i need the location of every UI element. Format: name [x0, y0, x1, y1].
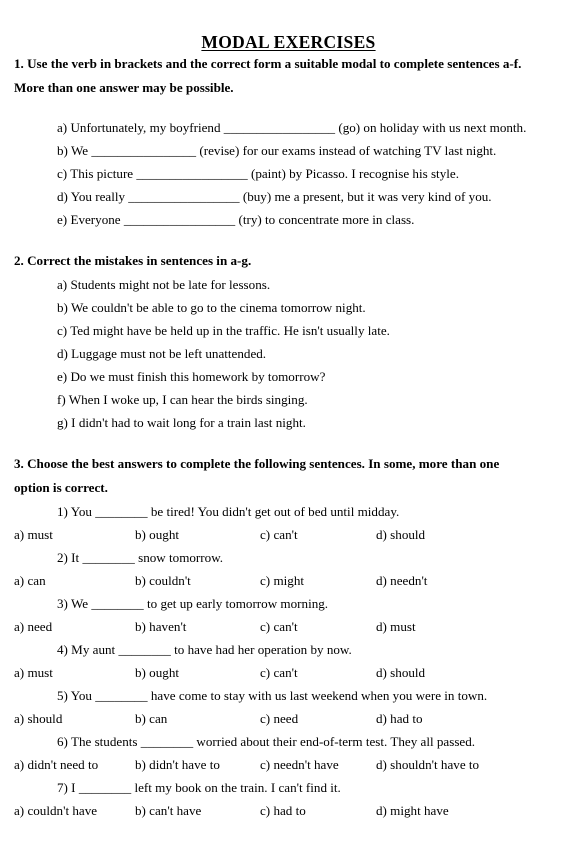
section-3-heading-line-2: option is correct. — [14, 480, 108, 496]
options-row: a) need b) haven't c) can't d) must — [0, 615, 577, 638]
list-item: a) Unfortunately, my boyfriend _________… — [57, 120, 527, 136]
option-a[interactable]: a) should — [14, 707, 135, 730]
section-1-heading-line-2: More than one answer may be possible. — [14, 80, 234, 96]
option-c[interactable]: c) need — [260, 707, 376, 730]
option-d[interactable]: d) needn't — [376, 569, 427, 592]
option-a[interactable]: a) must — [14, 523, 135, 546]
option-b[interactable]: b) didn't have to — [135, 753, 260, 776]
question-prompt: 4) My aunt ________ to have had her oper… — [57, 642, 352, 658]
list-item: b) We ________________ (revise) for our … — [57, 143, 497, 159]
option-c[interactable]: c) can't — [260, 661, 376, 684]
option-c[interactable]: c) might — [260, 569, 376, 592]
options-row: a) should b) can c) need d) had to — [0, 707, 577, 730]
list-item: a) Students might not be late for lesson… — [57, 277, 271, 293]
option-c[interactable]: c) can't — [260, 523, 376, 546]
list-item: e) Do we must finish this homework by to… — [57, 369, 326, 385]
options-row: a) must b) ought c) can't d) should — [0, 523, 577, 546]
option-d[interactable]: d) had to — [376, 707, 423, 730]
option-d[interactable]: d) should — [376, 661, 425, 684]
option-a[interactable]: a) must — [14, 661, 135, 684]
list-item: c) Ted might have be held up in the traf… — [57, 323, 390, 339]
page-title-text: MODAL EXERCISES — [201, 32, 376, 52]
section-3-heading-line-1: 3. Choose the best answers to complete t… — [14, 456, 500, 472]
section-1-heading-line-1: 1. Use the verb in brackets and the corr… — [14, 56, 522, 72]
section-1-items: a) Unfortunately, my boyfriend _________… — [0, 116, 577, 231]
option-d[interactable]: d) shouldn't have to — [376, 753, 479, 776]
option-c[interactable]: c) can't — [260, 615, 376, 638]
option-a[interactable]: a) didn't need to — [14, 753, 135, 776]
options-row: a) couldn't have b) can't have c) had to… — [0, 799, 577, 822]
option-b[interactable]: b) can't have — [135, 799, 260, 822]
section-3: 3. Choose the best answers to complete t… — [0, 452, 577, 822]
section-2-heading-line-1: 2. Correct the mistakes in sentences in … — [14, 253, 252, 269]
list-item: g) I didn't had to wait long for a train… — [57, 415, 306, 431]
option-c[interactable]: c) had to — [260, 799, 376, 822]
question-prompt: 5) You ________ have come to stay with u… — [57, 688, 488, 704]
options-row: a) must b) ought c) can't d) should — [0, 661, 577, 684]
option-d[interactable]: d) should — [376, 523, 425, 546]
option-a[interactable]: a) couldn't have — [14, 799, 135, 822]
option-b[interactable]: b) couldn't — [135, 569, 260, 592]
list-item: c) This picture _________________ (paint… — [57, 166, 459, 182]
option-b[interactable]: b) ought — [135, 523, 260, 546]
question-prompt: 7) I ________ left my book on the train.… — [57, 780, 341, 796]
options-row: a) didn't need to b) didn't have to c) n… — [0, 753, 577, 776]
option-d[interactable]: d) must — [376, 615, 416, 638]
option-b[interactable]: b) ought — [135, 661, 260, 684]
option-b[interactable]: b) can — [135, 707, 260, 730]
option-d[interactable]: d) might have — [376, 799, 449, 822]
list-item: e) Everyone _________________ (try) to c… — [57, 212, 415, 228]
question-prompt: 3) We ________ to get up early tomorrow … — [57, 596, 329, 612]
section-2: 2. Correct the mistakes in sentences in … — [0, 249, 577, 434]
section-2-items: a) Students might not be late for lesson… — [0, 273, 577, 434]
option-a[interactable]: a) can — [14, 569, 135, 592]
question-prompt: 6) The students ________ worried about t… — [57, 734, 476, 750]
page-title: MODAL EXERCISES — [0, 0, 577, 52]
option-a[interactable]: a) need — [14, 615, 135, 638]
section-1: 1. Use the verb in brackets and the corr… — [0, 52, 577, 231]
question-prompt: 1) You ________ be tired! You didn't get… — [57, 504, 400, 520]
option-b[interactable]: b) haven't — [135, 615, 260, 638]
option-c[interactable]: c) needn't have — [260, 753, 376, 776]
list-item: f) When I woke up, I can hear the birds … — [57, 392, 308, 408]
options-row: a) can b) couldn't c) might d) needn't — [0, 569, 577, 592]
list-item: b) We couldn't be able to go to the cine… — [57, 300, 366, 316]
question-prompt: 2) It ________ snow tomorrow. — [57, 550, 224, 566]
list-item: d) Luggage must not be left unattended. — [57, 346, 267, 362]
worksheet-page: MODAL EXERCISES 1. Use the verb in brack… — [0, 0, 577, 865]
list-item: d) You really _________________ (buy) me… — [57, 189, 492, 205]
